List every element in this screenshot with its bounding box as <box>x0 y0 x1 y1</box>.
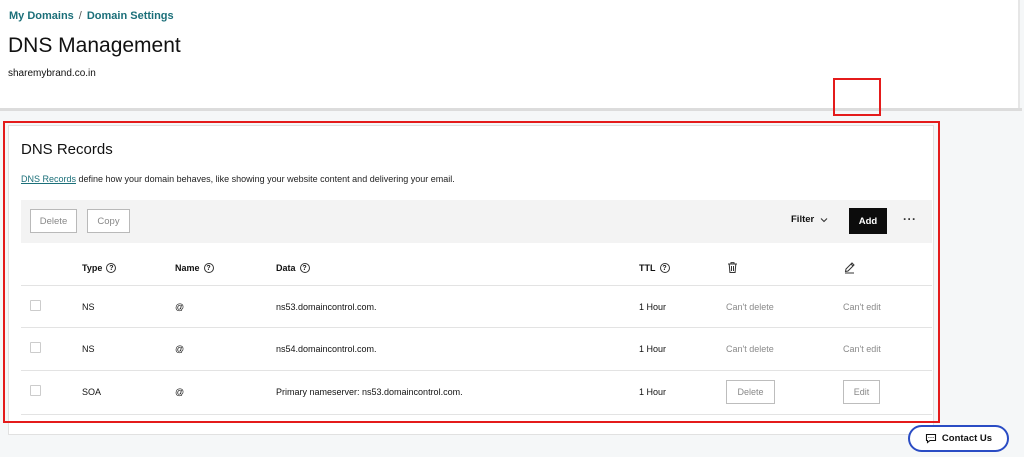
more-options-button[interactable]: ··· <box>903 212 917 226</box>
add-record-button[interactable]: Add <box>849 208 887 234</box>
records-toolbar: Delete Copy Filter Add ··· <box>21 200 932 243</box>
breadcrumb-separator: / <box>78 10 82 22</box>
column-data-label: Data <box>276 263 296 273</box>
copy-button[interactable]: Copy <box>87 209 130 233</box>
row-delete-button[interactable]: Delete <box>726 380 775 404</box>
contact-us-label: Contact Us <box>941 433 993 444</box>
column-ttl-label: TTL <box>639 263 656 273</box>
breadcrumb-my-domains[interactable]: My Domains <box>9 10 74 22</box>
column-header-type: Type ? <box>82 263 117 273</box>
page-title: DNS Management <box>8 34 181 57</box>
column-header-data: Data ? <box>276 263 310 273</box>
record-data: ns54.domaincontrol.com. <box>276 344 377 354</box>
dns-records-title: DNS Records <box>21 141 113 158</box>
help-icon[interactable]: ? <box>659 263 670 273</box>
record-name: @ <box>175 387 185 397</box>
cant-edit-text: Can't edit <box>843 344 881 354</box>
record-ttl: 1 Hour <box>639 344 667 354</box>
record-data: ns53.domaincontrol.com. <box>276 302 377 312</box>
filter-label: Filter <box>791 214 815 225</box>
record-type: NS <box>82 344 95 354</box>
contact-us-button[interactable]: Contact Us <box>908 425 1009 452</box>
dns-records-card: DNS Records DNS Records define how your … <box>8 125 934 435</box>
record-type: NS <box>82 302 95 312</box>
record-name: @ <box>175 344 185 354</box>
record-ttl: 1 Hour <box>639 387 667 397</box>
breadcrumb-domain-settings[interactable]: Domain Settings <box>87 10 174 22</box>
dns-records-description: DNS Records define how your domain behav… <box>21 174 455 184</box>
chevron-down-icon <box>820 217 828 222</box>
delete-button[interactable]: Delete <box>30 209 77 233</box>
column-header-name: Name ? <box>175 263 214 273</box>
row-divider <box>21 327 932 328</box>
dns-records-link[interactable]: DNS Records <box>21 174 76 184</box>
column-header-ttl: TTL ? <box>639 263 670 273</box>
row-divider <box>21 370 932 371</box>
header-divider <box>0 108 1022 111</box>
record-type: SOA <box>82 387 102 397</box>
row-checkbox[interactable] <box>30 385 41 396</box>
row-divider <box>21 285 932 286</box>
help-icon[interactable]: ? <box>203 263 214 273</box>
help-icon[interactable]: ? <box>299 263 310 273</box>
filter-dropdown[interactable]: Filter <box>791 214 828 225</box>
cant-delete-text: Can't delete <box>726 302 774 312</box>
domain-name: sharemybrand.co.in <box>8 68 96 79</box>
row-checkbox[interactable] <box>30 342 41 353</box>
record-data: Primary nameserver: ns53.domaincontrol.c… <box>276 387 463 397</box>
trash-icon <box>728 262 737 273</box>
row-edit-button[interactable]: Edit <box>843 380 880 404</box>
column-name-label: Name <box>175 263 200 273</box>
breadcrumb: My Domains / Domain Settings <box>9 10 174 22</box>
help-icon[interactable]: ? <box>106 263 117 273</box>
chat-icon <box>925 433 936 444</box>
page-header: My Domains / Domain Settings DNS Managemen… <box>0 0 1020 108</box>
cant-delete-text: Can't delete <box>726 344 774 354</box>
dns-records-description-text: define how your domain behaves, like sho… <box>76 174 455 184</box>
record-name: @ <box>175 302 185 312</box>
row-checkbox[interactable] <box>30 300 41 311</box>
row-divider <box>21 414 932 415</box>
column-type-label: Type <box>82 263 103 273</box>
record-ttl: 1 Hour <box>639 302 667 312</box>
pencil-icon <box>844 262 855 274</box>
cant-edit-text: Can't edit <box>843 302 881 312</box>
